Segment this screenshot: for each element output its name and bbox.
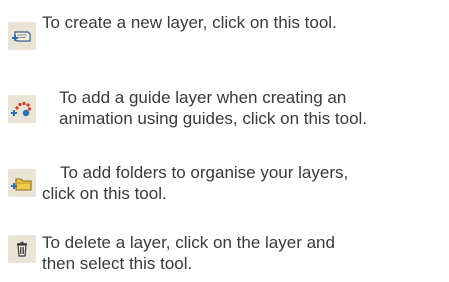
description-line: then select this tool.	[42, 254, 193, 273]
new-layer-icon[interactable]	[8, 22, 36, 50]
tool-row-add-folder: To add folders to organise your layers, …	[0, 160, 449, 220]
tool-row-delete-layer: To delete a layer, click on the layer an…	[0, 230, 449, 282]
add-folder-description: To add folders to organise your layers, …	[42, 162, 348, 204]
new-layer-description: To create a new layer, click on this too…	[42, 12, 337, 33]
add-guide-layer-icon[interactable]	[8, 95, 36, 123]
description-line: animation using guides, click on this to…	[59, 109, 368, 128]
description-line: To create a new layer, click on this too…	[42, 13, 337, 32]
description-line: To add folders to organise your layers,	[60, 163, 349, 182]
description-line: To add a guide layer when creating an	[59, 88, 347, 107]
tool-row-add-guide-layer: To add a guide layer when creating an an…	[0, 80, 449, 140]
description-line: click on this tool.	[42, 184, 167, 203]
add-folder-icon[interactable]	[8, 169, 36, 197]
delete-layer-icon[interactable]	[8, 235, 36, 263]
tool-row-new-layer: To create a new layer, click on this too…	[0, 0, 449, 50]
add-guide-layer-description: To add a guide layer when creating an an…	[59, 87, 367, 129]
description-line: To delete a layer, click on the layer an…	[42, 233, 335, 252]
delete-layer-description: To delete a layer, click on the layer an…	[42, 232, 335, 274]
